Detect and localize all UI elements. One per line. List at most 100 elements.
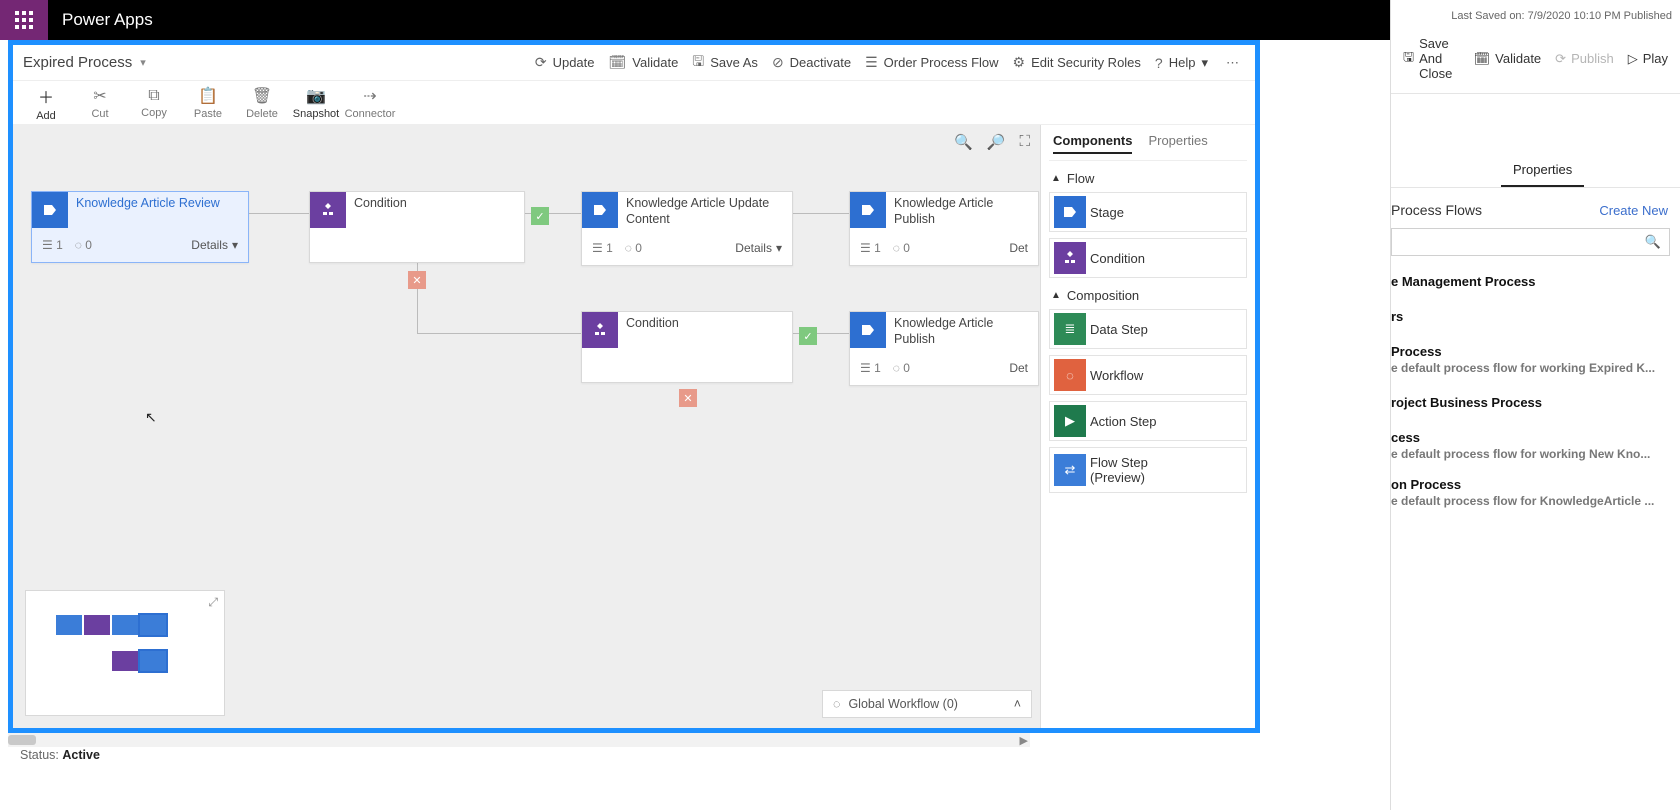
minimap[interactable]: ⤢ xyxy=(25,590,225,716)
process-flow-item[interactable]: roject Business Process xyxy=(1391,387,1680,412)
cut-icon: ✂ xyxy=(93,86,106,106)
stage-card-publish[interactable]: Knowledge Article Publish ☰ 1 ◌ 0 Det xyxy=(849,191,1039,266)
right-strip: Last Saved on: 7/9/2020 10:10 PM Publish… xyxy=(1390,0,1680,810)
copy-icon: ⧉ xyxy=(148,87,159,105)
details-toggle[interactable]: Det xyxy=(1009,361,1028,375)
minimap-expand-icon[interactable]: ⤢ xyxy=(208,595,218,610)
minimap-node xyxy=(84,615,110,635)
group-flow-header[interactable]: ▲Flow xyxy=(1051,171,1245,186)
group-composition-header[interactable]: ▲Composition xyxy=(1051,288,1245,303)
search-icon: 🔍 xyxy=(1645,234,1661,250)
workflow-count-icon: ◌ 0 xyxy=(625,241,642,255)
save-as-button[interactable]: 🖫Save As xyxy=(692,51,758,75)
condition-true-badge: ✓ xyxy=(799,327,817,345)
steps-icon: ☰ 1 xyxy=(860,241,881,255)
condition-card[interactable]: Condition xyxy=(309,191,525,263)
global-workflow-toggle[interactable]: ◌Global Workflow (0) ˄ xyxy=(822,690,1032,718)
deactivate-button[interactable]: ⊘Deactivate xyxy=(772,54,851,71)
copy-button: ⧉Copy xyxy=(127,87,181,119)
process-flow-item[interactable]: rs xyxy=(1391,301,1680,326)
canvas-horizontal-scrollbar[interactable]: ▶ xyxy=(8,733,1030,747)
scroll-right-icon[interactable]: ▶ xyxy=(1020,734,1028,747)
process-flows-heading: Process Flows xyxy=(1391,202,1482,218)
workflow-count-icon: ◌ 0 xyxy=(75,238,92,252)
condition-icon xyxy=(1054,242,1086,274)
stage-icon xyxy=(850,192,886,228)
designer-frame: Expired Process ▾ ⟳Update 🗓Validate 🖫Sav… xyxy=(8,40,1260,733)
data-step-icon: ≣ xyxy=(1054,313,1086,345)
chevron-down-icon[interactable]: ▾ xyxy=(140,56,146,69)
component-flow-step[interactable]: ⇄Flow Step (Preview) xyxy=(1049,447,1247,493)
refresh-icon: ⟳ xyxy=(535,54,547,71)
deactivate-icon: ⊘ xyxy=(772,54,784,71)
action-step-icon: ▶ xyxy=(1054,405,1086,437)
save-and-close-button[interactable]: 🖫Save And Close xyxy=(1399,34,1464,83)
zoom-out-button[interactable]: 🔍 xyxy=(954,133,973,151)
stage-card-update-content[interactable]: Knowledge Article Update Content ☰ 1 ◌ 0… xyxy=(581,191,793,266)
component-condition[interactable]: Condition xyxy=(1049,238,1247,278)
last-saved-label: Last Saved on: 7/9/2020 10:10 PM Publish… xyxy=(1391,0,1680,28)
add-button[interactable]: ＋Add xyxy=(19,84,73,122)
security-icon: ⚙ xyxy=(1013,54,1026,71)
process-title[interactable]: Expired Process xyxy=(23,54,132,71)
process-flow-item[interactable]: Processe default process flow for workin… xyxy=(1391,336,1680,377)
stage-title: Knowledge Article Publish xyxy=(886,312,1038,351)
stage-icon xyxy=(850,312,886,348)
condition-false-badge: ✕ xyxy=(408,271,426,289)
paste-button: 📋Paste xyxy=(181,86,235,120)
details-toggle[interactable]: Details▾ xyxy=(735,241,782,255)
component-data-step[interactable]: ≣Data Step xyxy=(1049,309,1247,349)
waffle-icon xyxy=(15,11,33,29)
order-process-flow-button[interactable]: ☰Order Process Flow xyxy=(865,54,998,71)
process-flow-item[interactable]: e Management Process xyxy=(1391,266,1680,291)
connector-line xyxy=(793,213,849,214)
app-launcher-button[interactable] xyxy=(0,0,48,40)
save-icon: 🖫 xyxy=(692,51,704,75)
play-button[interactable]: ▷Play xyxy=(1624,49,1672,69)
order-icon: ☰ xyxy=(865,54,878,71)
workflow-icon: ◌ xyxy=(1054,359,1086,391)
tab-properties[interactable]: Properties xyxy=(1148,133,1207,154)
condition-title: Condition xyxy=(346,192,415,216)
component-action-step[interactable]: ▶Action Step xyxy=(1049,401,1247,441)
scrollbar-thumb[interactable] xyxy=(8,735,36,745)
stage-title: Knowledge Article Publish xyxy=(886,192,1038,231)
help-icon: ? xyxy=(1155,55,1163,71)
details-toggle[interactable]: Details▾ xyxy=(191,238,238,252)
more-commands-button[interactable]: ⋯ xyxy=(1222,55,1245,71)
app-title: Power Apps xyxy=(62,10,153,30)
details-toggle[interactable]: Det xyxy=(1009,241,1028,255)
snapshot-button[interactable]: 📷Snapshot xyxy=(289,86,343,120)
workflow-count-icon: ◌ 0 xyxy=(893,361,910,375)
designer-toolbar: ＋Add ✂Cut ⧉Copy 📋Paste 🗑Delete 📷Snapshot… xyxy=(13,81,1255,125)
tab-properties-outer[interactable]: Properties xyxy=(1501,154,1584,187)
minimap-node xyxy=(56,615,82,635)
process-flow-item[interactable]: cesse default process flow for working N… xyxy=(1391,422,1680,463)
process-flow-search[interactable]: 🔍 xyxy=(1391,228,1670,256)
validate-button-outer[interactable]: 🗓Validate xyxy=(1470,49,1546,69)
calendar-icon: 🗓 xyxy=(1474,51,1491,67)
update-button[interactable]: ⟳Update xyxy=(535,54,595,71)
condition-card[interactable]: Condition xyxy=(581,311,793,383)
validate-button[interactable]: 🗓Validate xyxy=(609,54,679,71)
stage-title: Knowledge Article Update Content xyxy=(618,192,792,231)
component-workflow[interactable]: ◌Workflow xyxy=(1049,355,1247,395)
fit-to-screen-button[interactable]: ⛶ xyxy=(1019,133,1030,151)
component-stage[interactable]: Stage xyxy=(1049,192,1247,232)
camera-icon: 📷 xyxy=(306,86,326,106)
stage-card-review[interactable]: Knowledge Article Review ☰ 1 ◌ 0 Details… xyxy=(31,191,249,263)
connector-button: ⇢Connector xyxy=(343,86,397,120)
process-flow-item[interactable]: on Processe default process flow for Kno… xyxy=(1391,469,1680,510)
designer-canvas[interactable]: 🔍 🔎 ⛶ Knowledge Article Review ☰ 1 ◌ 0 D… xyxy=(13,125,1040,728)
create-new-link[interactable]: Create New xyxy=(1599,203,1668,218)
edit-security-roles-button[interactable]: ⚙Edit Security Roles xyxy=(1013,54,1141,71)
zoom-in-button[interactable]: 🔎 xyxy=(987,133,1006,151)
help-button[interactable]: ?Help▾ xyxy=(1155,55,1208,71)
condition-icon xyxy=(582,312,618,348)
stage-card-publish[interactable]: Knowledge Article Publish ☰ 1 ◌ 0 Det xyxy=(849,311,1039,386)
tab-components[interactable]: Components xyxy=(1053,133,1132,154)
condition-title: Condition xyxy=(618,312,687,336)
chevron-down-icon: ▾ xyxy=(232,238,238,252)
workflow-icon: ◌ xyxy=(833,697,840,711)
connector-line xyxy=(417,333,581,334)
